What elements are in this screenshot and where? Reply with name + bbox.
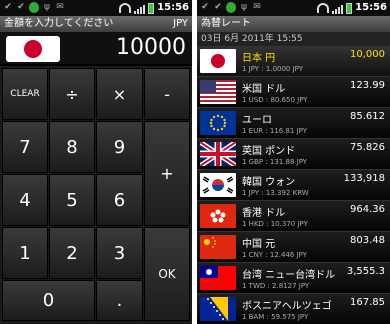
check-icon: ✔ [17, 2, 25, 12]
currency-name: ボスニアヘルツェゴ [242, 301, 332, 312]
currency-rate: 1 GBP : 131.88 JPY [242, 158, 308, 166]
japan-flag-icon [200, 49, 236, 73]
mail-icon: ✉ [253, 2, 261, 12]
amount-display: 10000 [0, 32, 192, 64]
key-0[interactable]: 0 [2, 280, 95, 321]
currency-name: 台湾 ニュー台湾ドル [242, 270, 336, 281]
rates-title-bar: 為替レート [197, 16, 390, 32]
status-bar: ✔ ✔ ψ ✉ 15:56 [197, 0, 390, 16]
key-8[interactable]: 8 [49, 121, 95, 173]
usb-icon: ψ [44, 2, 50, 12]
currency-rate: 1 JPY : 1.0000 JPY [242, 65, 304, 73]
currency-rate: 1 CNY : 12.446 JPY [242, 251, 308, 259]
rate-row-twd[interactable]: 台湾 ニュー台湾ドル 3,555.3 1 TWD : 2.8127 JPY [197, 263, 390, 294]
input-prompt-bar: 金額を入力してください JPY [0, 16, 192, 32]
currency-rate: 1 EUR : 116.81 JPY [242, 127, 308, 135]
rate-row-gbp[interactable]: 英国 ポンド 75.826 1 GBP : 131.88 JPY [197, 139, 390, 170]
currency-rate: 1 JPY : 13.392 KRW [242, 189, 309, 197]
key-9[interactable]: 9 [96, 121, 143, 173]
currency-rate: 1 USD : 80.650 JPY [242, 96, 308, 104]
rate-row-bam[interactable]: ボスニアヘルツェゴ 167.85 1 BAM : 59.575 JPY [197, 294, 390, 324]
key-4[interactable]: 4 [2, 174, 48, 226]
currency-value: 10,000 [350, 49, 385, 60]
rate-row-eur[interactable]: ユーロ 85.612 1 EUR : 116.81 JPY [197, 108, 390, 139]
key-1[interactable]: 1 [2, 227, 48, 279]
currency-value: 133,918 [343, 173, 385, 184]
currency-name: 韓国 ウォン [242, 177, 296, 188]
currency-value: 85.612 [350, 111, 385, 122]
currency-value: 167.85 [350, 297, 385, 308]
japan-flag-icon[interactable] [6, 36, 60, 62]
clock: 15:56 [157, 2, 189, 13]
rate-list: 日本 円 10,000 1 JPY : 1.0000 JPY 米国 ドル 123… [197, 46, 390, 324]
currency-name: ユーロ [242, 115, 272, 126]
currency-name: 米国 ドル [242, 84, 286, 95]
check-icon: ✔ [214, 2, 222, 12]
currency-name: 英国 ポンド [242, 146, 296, 157]
clock: 15:56 [355, 2, 387, 13]
check-icon: ✔ [201, 2, 209, 12]
battery-icon [346, 2, 353, 14]
download-icon: ✔ [4, 2, 12, 12]
currency-value: 3,555.3 [346, 266, 385, 277]
currency-rate: 1 TWD : 2.8127 JPY [242, 282, 310, 290]
korea-flag-icon [200, 173, 236, 197]
usb-icon: ψ [241, 2, 247, 12]
rates-title: 為替レート [201, 18, 251, 29]
signal-icon [332, 3, 344, 14]
currency-value: 123.99 [350, 80, 385, 91]
status-bar: ✔ ✔ ψ ✉ 15:56 [0, 0, 192, 16]
rates-screen: ✔ ✔ ψ ✉ 15:56 為替レート 03日 6月 2011年 15:55 日… [197, 0, 390, 324]
calculator-screen: ✔ ✔ ψ ✉ 15:56 金額を入力してください JPY 10000 CLEA… [0, 0, 192, 324]
currency-value: 803.48 [350, 235, 385, 246]
android-icon [226, 2, 236, 13]
key-7[interactable]: 7 [2, 121, 48, 173]
wifi-icon [317, 3, 330, 13]
rate-row-jpy[interactable]: 日本 円 10,000 1 JPY : 1.0000 JPY [197, 46, 390, 77]
currency-code: JPY [173, 18, 188, 29]
currency-name: 日本 円 [242, 53, 276, 64]
signal-icon [134, 3, 146, 14]
rate-row-krw[interactable]: 韓国 ウォン 133,918 1 JPY : 13.392 KRW [197, 170, 390, 201]
key-6[interactable]: 6 [96, 174, 143, 226]
android-icon [29, 2, 39, 13]
mail-icon: ✉ [56, 2, 64, 12]
key-5[interactable]: 5 [49, 174, 95, 226]
minus-button[interactable]: - [144, 68, 190, 120]
key-3[interactable]: 3 [96, 227, 143, 279]
currency-value: 964.36 [350, 204, 385, 215]
rate-row-hkd[interactable]: 香港 ドル 964.36 1 HKD : 10.370 JPY [197, 201, 390, 232]
china-flag-icon [200, 235, 236, 259]
plus-button[interactable]: + [144, 121, 190, 226]
hongkong-flag-icon [200, 204, 236, 228]
rate-row-usd[interactable]: 米国 ドル 123.99 1 USD : 80.650 JPY [197, 77, 390, 108]
currency-rate: 1 BAM : 59.575 JPY [242, 313, 309, 321]
rates-date: 03日 6月 2011年 15:55 [197, 32, 390, 46]
currency-name: 香港 ドル [242, 208, 286, 219]
key-2[interactable]: 2 [49, 227, 95, 279]
uk-flag-icon [200, 142, 236, 166]
battery-icon [148, 2, 155, 14]
divide-button[interactable]: ÷ [49, 68, 95, 120]
clear-button[interactable]: CLEAR [2, 68, 48, 120]
currency-rate: 1 HKD : 10.370 JPY [242, 220, 308, 228]
bosnia-flag-icon [200, 297, 236, 321]
keypad: CLEAR ÷ × - 7 8 9 + 4 5 6 1 2 3 OK 0 . [0, 66, 192, 324]
usa-flag-icon [200, 80, 236, 104]
amount-value: 10000 [116, 35, 186, 60]
currency-name: 中国 元 [242, 239, 276, 250]
ok-button[interactable]: OK [144, 227, 190, 321]
wifi-icon [119, 3, 132, 13]
rate-row-cny[interactable]: 中国 元 803.48 1 CNY : 12.446 JPY [197, 232, 390, 263]
input-prompt: 金額を入力してください [4, 18, 114, 29]
currency-value: 75.826 [350, 142, 385, 153]
decimal-button[interactable]: . [96, 280, 143, 321]
multiply-button[interactable]: × [96, 68, 143, 120]
eu-flag-icon [200, 111, 236, 135]
taiwan-flag-icon [200, 266, 236, 290]
